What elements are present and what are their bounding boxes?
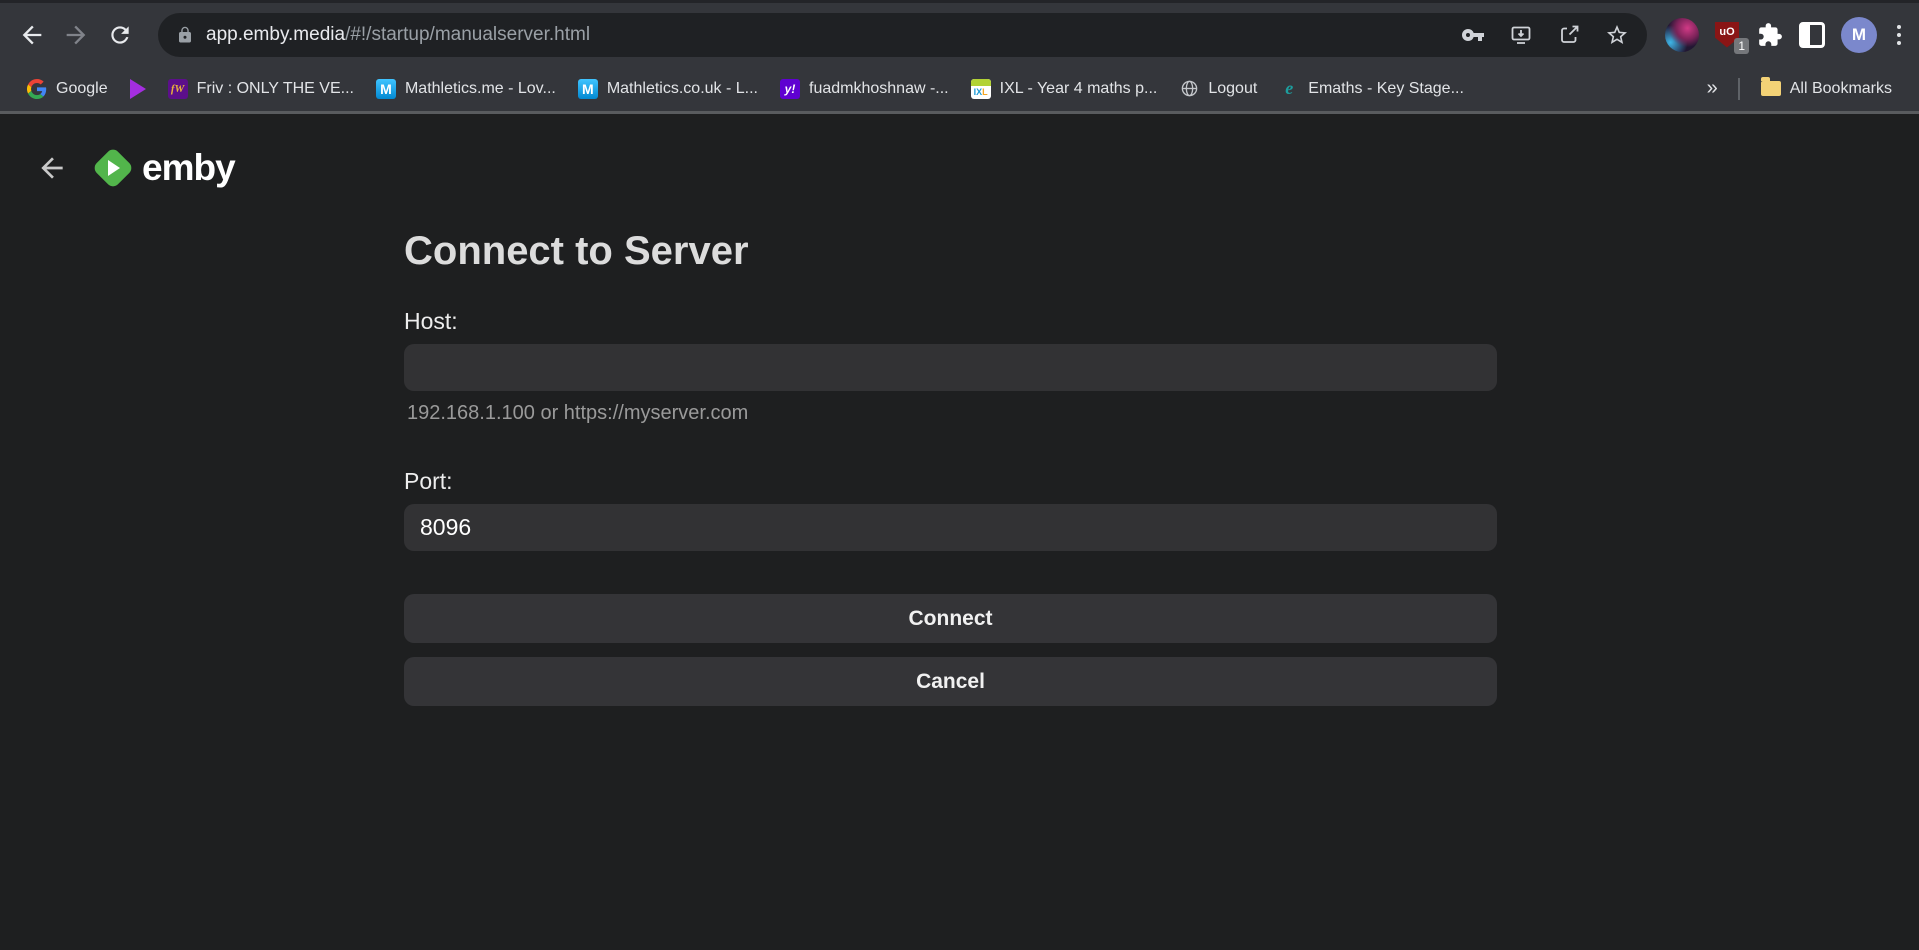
back-icon — [18, 21, 46, 49]
emby-logo: emby — [98, 147, 235, 189]
cancel-button[interactable]: Cancel — [404, 657, 1497, 706]
bookmark-yahoo-mail[interactable]: y! fuadmkhoshnaw -... — [769, 71, 960, 107]
emby-page: emby Connect to Server Host: 192.168.1.1… — [0, 114, 1919, 947]
bookmark-play[interactable] — [119, 71, 157, 107]
bookmarks-bar: Google fW Friv : ONLY THE VE... M Mathle… — [0, 66, 1919, 114]
emby-wordmark: emby — [142, 147, 235, 189]
globe-favicon-icon — [1179, 79, 1199, 99]
bookmark-star-icon[interactable] — [1605, 23, 1629, 47]
bookmark-emaths[interactable]: e Emaths - Key Stage... — [1268, 71, 1475, 107]
share-icon[interactable] — [1557, 23, 1581, 47]
extensions-puzzle-icon[interactable] — [1757, 22, 1783, 48]
bookmarks-overflow-chevron[interactable]: » — [1697, 77, 1728, 100]
bookmark-label: Friv : ONLY THE VE... — [197, 80, 354, 98]
reload-icon — [107, 22, 133, 48]
page-back-button[interactable] — [30, 146, 74, 190]
browser-toolbar: app.emby.media/#!/startup/manualserver.h… — [0, 0, 1919, 66]
yahoo-favicon-icon: y! — [780, 79, 800, 99]
password-key-icon[interactable] — [1461, 23, 1485, 47]
ublock-extension-icon[interactable]: uO 1 — [1715, 20, 1741, 50]
mathletics-favicon-icon: M — [578, 79, 598, 99]
side-panel-icon[interactable] — [1799, 22, 1825, 48]
google-favicon-icon — [27, 79, 47, 99]
install-download-icon[interactable] — [1509, 23, 1533, 47]
bookmark-label: Mathletics.me - Lov... — [405, 80, 556, 98]
profile-avatar[interactable]: M — [1841, 17, 1877, 53]
port-label: Port: — [404, 468, 1497, 495]
connect-form: Connect to Server Host: 192.168.1.100 or… — [404, 229, 1497, 706]
forward-button[interactable] — [54, 13, 98, 57]
lock-icon — [176, 26, 194, 44]
host-helper-text: 192.168.1.100 or https://myserver.com — [407, 402, 1497, 425]
bookmark-google[interactable]: Google — [16, 71, 119, 107]
emby-diamond-play-icon — [92, 147, 134, 189]
ublock-badge: 1 — [1734, 38, 1749, 54]
bookmark-logout[interactable]: Logout — [1168, 71, 1268, 107]
reload-button[interactable] — [98, 13, 142, 57]
emaths-favicon-icon: e — [1279, 79, 1299, 99]
bookmark-friv[interactable]: fW Friv : ONLY THE VE... — [157, 71, 365, 107]
bookmark-label: Mathletics.co.uk - L... — [607, 80, 758, 98]
bookmark-label: Logout — [1208, 80, 1257, 98]
host-label: Host: — [404, 308, 1497, 335]
bookmark-label: Emaths - Key Stage... — [1308, 80, 1464, 98]
forward-icon — [62, 21, 90, 49]
all-bookmarks-label: All Bookmarks — [1790, 80, 1892, 98]
emby-page-header: emby — [0, 114, 1919, 192]
all-bookmarks-button[interactable]: All Bookmarks — [1750, 71, 1903, 107]
pinned-extension-icon[interactable] — [1665, 18, 1699, 52]
bookmark-ixl[interactable]: IXL IXL - Year 4 maths p... — [960, 71, 1169, 107]
bookmark-label: Google — [56, 80, 108, 98]
chrome-menu-icon[interactable] — [1893, 21, 1905, 49]
bookmark-label: IXL - Year 4 maths p... — [1000, 80, 1158, 98]
url-path: /#!/startup/manualserver.html — [345, 24, 590, 45]
connect-button[interactable]: Connect — [404, 594, 1497, 643]
folder-icon — [1761, 81, 1781, 96]
bookmarks-divider — [1738, 78, 1740, 100]
bookmark-mathletics-me[interactable]: M Mathletics.me - Lov... — [365, 71, 567, 107]
address-bar[interactable]: app.emby.media/#!/startup/manualserver.h… — [158, 13, 1647, 57]
bookmark-mathletics-couk[interactable]: M Mathletics.co.uk - L... — [567, 71, 769, 107]
url-text: app.emby.media/#!/startup/manualserver.h… — [206, 24, 590, 46]
port-input[interactable] — [404, 504, 1497, 551]
ixl-favicon-icon: IXL — [971, 79, 991, 99]
mathletics-favicon-icon: M — [376, 79, 396, 99]
play-favicon-icon — [130, 79, 146, 99]
back-button[interactable] — [10, 13, 54, 57]
host-input[interactable] — [404, 344, 1497, 391]
page-back-arrow-icon — [36, 152, 68, 184]
page-title: Connect to Server — [404, 229, 1497, 274]
url-host: app.emby.media — [206, 24, 345, 45]
bookmark-label: fuadmkhoshnaw -... — [809, 80, 949, 98]
friv-favicon-icon: fW — [168, 79, 188, 99]
